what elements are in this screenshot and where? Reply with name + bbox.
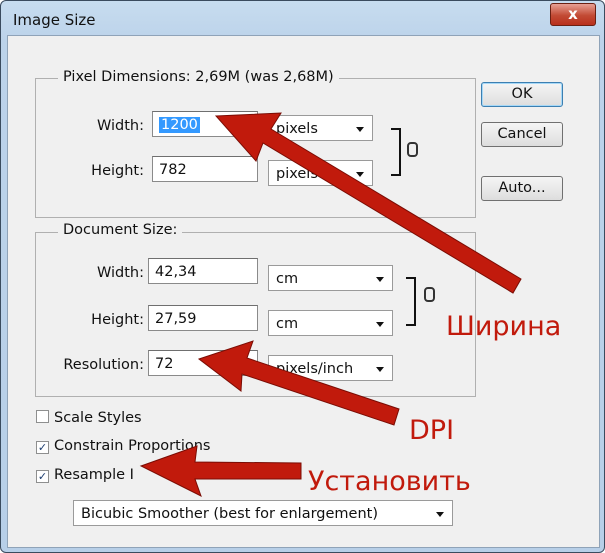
annotation-resample: Установить <box>308 466 471 497</box>
annotation-width: Ширина <box>446 311 562 342</box>
annotation-arrows <box>139 112 522 498</box>
annotation-dpi: DPI <box>409 415 455 446</box>
arrow-to-width <box>214 112 522 294</box>
arrow-to-resample <box>139 445 302 498</box>
image-size-dialog: Image Size x Pixel Dimensions: 2,69M (wa… <box>0 0 605 553</box>
arrow-to-resolution <box>197 340 400 426</box>
